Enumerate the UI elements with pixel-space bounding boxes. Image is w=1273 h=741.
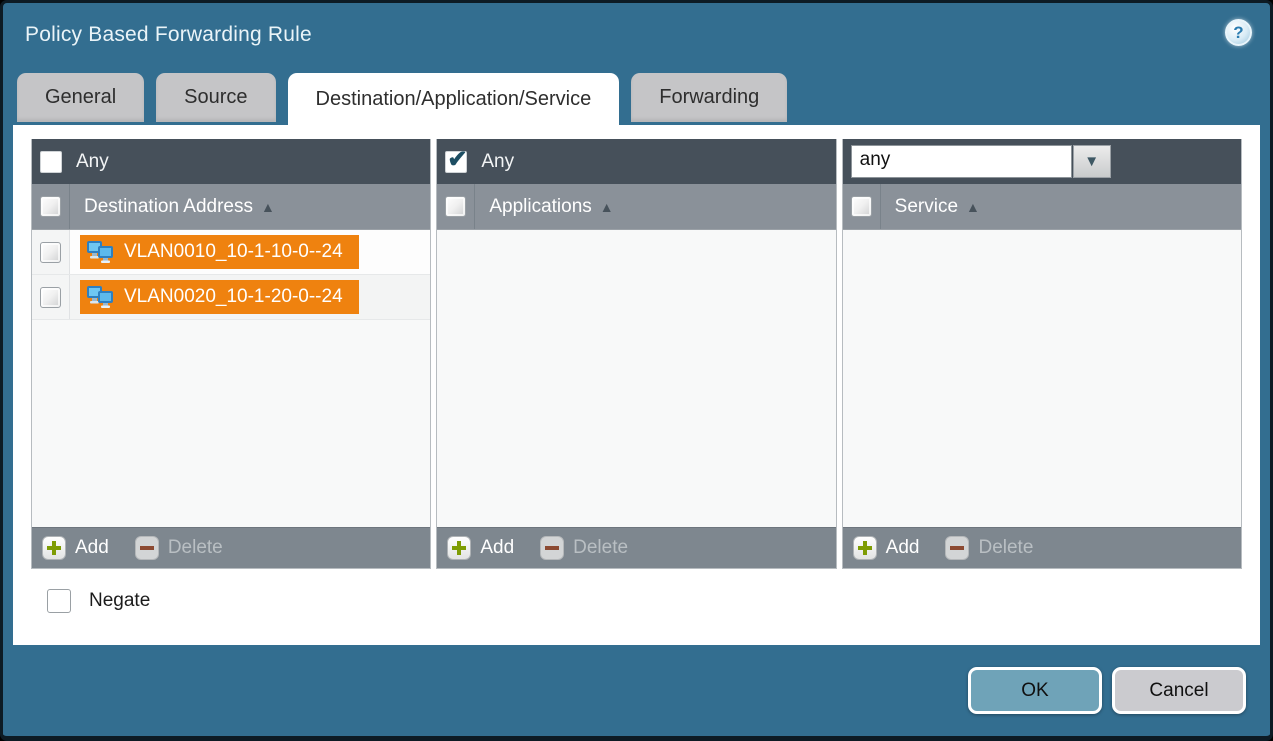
- sort-asc-icon[interactable]: ▲: [600, 199, 614, 215]
- add-button[interactable]: Add: [42, 536, 109, 560]
- policy-based-forwarding-dialog: Policy Based Forwarding Rule ? General S…: [0, 0, 1273, 741]
- row-checkbox[interactable]: [40, 287, 61, 308]
- ok-button[interactable]: OK: [968, 667, 1102, 714]
- service-header[interactable]: Service ▲: [843, 184, 1241, 230]
- applications-any-label: Any: [481, 151, 514, 173]
- service-any-bar: any ▼: [843, 139, 1241, 184]
- sort-asc-icon[interactable]: ▲: [966, 199, 980, 215]
- negate-row: Negate: [47, 589, 1242, 613]
- negate-label: Negate: [89, 590, 150, 612]
- delete-button[interactable]: Delete: [540, 536, 628, 560]
- address-object-chip[interactable]: VLAN0020_10-1-20-0--24: [80, 280, 359, 314]
- delete-button[interactable]: Delete: [135, 536, 223, 560]
- destination-any-checkbox[interactable]: [40, 151, 62, 173]
- sort-asc-icon[interactable]: ▲: [261, 199, 275, 215]
- plus-icon: [853, 536, 877, 560]
- destination-address-list: VLAN0010_10-1-10-0--24: [32, 230, 430, 527]
- applications-any-bar: ✔ Any: [437, 139, 835, 184]
- applications-select-all-checkbox[interactable]: [445, 196, 466, 217]
- checkmark-icon: ✔: [447, 148, 467, 172]
- destination-address-header[interactable]: Destination Address ▲: [32, 184, 430, 230]
- service-dropdown[interactable]: any ▼: [851, 145, 1111, 178]
- service-header-label: Service: [895, 196, 958, 218]
- service-toolbar: Add Delete: [843, 527, 1241, 568]
- address-object-label: VLAN0020_10-1-20-0--24: [124, 286, 343, 308]
- tab-forwarding[interactable]: Forwarding: [631, 73, 787, 122]
- destination-any-label: Any: [76, 151, 109, 173]
- applications-toolbar: Add Delete: [437, 527, 835, 568]
- tab-bar: General Source Destination/Application/S…: [17, 73, 1256, 125]
- minus-icon: [135, 536, 159, 560]
- negate-checkbox[interactable]: [47, 589, 71, 613]
- cancel-button[interactable]: Cancel: [1112, 667, 1246, 714]
- applications-column: ✔ Any Applications ▲ Add Delete: [436, 139, 836, 569]
- network-icon: [86, 285, 116, 309]
- help-icon[interactable]: ?: [1225, 19, 1252, 46]
- applications-list: [437, 230, 835, 527]
- applications-header-label: Applications: [489, 196, 591, 218]
- plus-icon: [42, 536, 66, 560]
- applications-header[interactable]: Applications ▲: [437, 184, 835, 230]
- selector-columns: Any Destination Address ▲: [31, 139, 1242, 569]
- table-row[interactable]: VLAN0020_10-1-20-0--24: [32, 275, 430, 320]
- add-button[interactable]: Add: [447, 536, 514, 560]
- applications-any-checkbox[interactable]: ✔: [445, 151, 467, 173]
- address-object-label: VLAN0010_10-1-10-0--24: [124, 241, 343, 263]
- row-checkbox[interactable]: [40, 242, 61, 263]
- destination-select-all-checkbox[interactable]: [40, 196, 61, 217]
- service-column: any ▼ Service ▲ Add: [842, 139, 1242, 569]
- service-dropdown-value[interactable]: any: [851, 145, 1072, 178]
- tab-source[interactable]: Source: [156, 73, 275, 122]
- destination-address-header-label: Destination Address: [84, 196, 253, 218]
- delete-button[interactable]: Delete: [945, 536, 1033, 560]
- table-row[interactable]: VLAN0010_10-1-10-0--24: [32, 230, 430, 275]
- destination-toolbar: Add Delete: [32, 527, 430, 568]
- network-icon: [86, 240, 116, 264]
- chevron-down-icon[interactable]: ▼: [1073, 145, 1111, 178]
- dialog-title: Policy Based Forwarding Rule: [25, 23, 312, 47]
- destination-any-bar: Any: [32, 139, 430, 184]
- tab-destination-application-service[interactable]: Destination/Application/Service: [288, 73, 620, 125]
- service-select-all-checkbox[interactable]: [851, 196, 872, 217]
- tab-content-panel: Any Destination Address ▲: [13, 125, 1260, 645]
- address-object-chip[interactable]: VLAN0010_10-1-10-0--24: [80, 235, 359, 269]
- minus-icon: [540, 536, 564, 560]
- plus-icon: [447, 536, 471, 560]
- dialog-footer: OK Cancel: [968, 667, 1246, 714]
- dialog-titlebar: Policy Based Forwarding Rule ?: [3, 3, 1270, 67]
- service-list: [843, 230, 1241, 527]
- add-button[interactable]: Add: [853, 536, 920, 560]
- minus-icon: [945, 536, 969, 560]
- destination-address-column: Any Destination Address ▲: [31, 139, 431, 569]
- tab-general[interactable]: General: [17, 73, 144, 122]
